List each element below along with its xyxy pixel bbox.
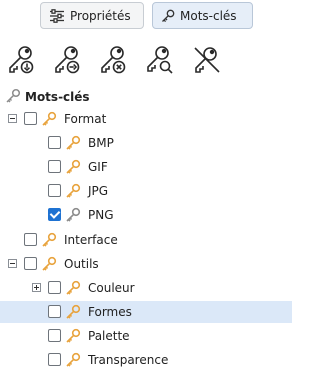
tree-item-bmp[interactable]: BMP <box>0 132 292 154</box>
collapse-toggle[interactable] <box>8 114 17 123</box>
tree-item-label: BMP <box>88 136 114 150</box>
key-disabled-button[interactable] <box>192 44 222 76</box>
tab-properties[interactable]: Propriétés <box>40 2 144 29</box>
expand-toggle[interactable] <box>32 283 41 292</box>
panel-tabs: Propriétés Mots-clés <box>0 0 292 36</box>
checkbox-format[interactable] <box>24 112 37 125</box>
keyword-toolbar <box>6 44 286 78</box>
tree-item-label: GIF <box>88 160 108 174</box>
key-icon <box>41 111 57 127</box>
tree-item-transparence[interactable]: Transparence <box>0 349 292 371</box>
key-icon <box>65 352 81 368</box>
tree-item-palette[interactable]: Palette <box>0 325 292 347</box>
key-icon <box>65 135 81 151</box>
key-icon <box>41 232 57 248</box>
tree-item-gif[interactable]: GIF <box>0 156 292 178</box>
tree-item-label: JPG <box>88 184 109 198</box>
key-export-icon <box>52 44 82 76</box>
tree-item-outils[interactable]: Outils <box>0 253 292 275</box>
tree-item-interface[interactable]: Interface <box>0 229 292 251</box>
checkbox-couleur[interactable] <box>48 281 61 294</box>
key-export-button[interactable] <box>52 44 82 76</box>
tree-root-label: Mots-clés <box>25 90 90 104</box>
key-icon <box>65 280 81 296</box>
checkbox-jpg[interactable] <box>48 184 61 197</box>
tree-item-label: Outils <box>64 257 99 271</box>
checkbox-png[interactable] <box>48 208 61 221</box>
checkbox-interface[interactable] <box>24 233 37 246</box>
key-icon <box>65 183 81 199</box>
tree-item-label: Couleur <box>88 281 135 295</box>
key-icon <box>65 304 81 320</box>
tree-item-couleur[interactable]: Couleur <box>0 277 292 299</box>
tab-keywords-label: Mots-clés <box>180 8 237 23</box>
key-icon <box>65 207 81 223</box>
key-icon <box>65 328 81 344</box>
tree-item-jpg[interactable]: JPG <box>0 180 292 202</box>
tree-root: Mots-clés <box>5 88 90 106</box>
tree-item-label: Palette <box>88 329 130 343</box>
key-icon <box>41 256 57 272</box>
tree-item-format[interactable]: Format <box>0 108 292 130</box>
key-import-icon <box>6 44 36 76</box>
collapse-toggle[interactable] <box>8 259 17 268</box>
sliders-icon <box>49 8 65 23</box>
key-icon <box>5 88 21 107</box>
key-search-button[interactable] <box>145 44 175 76</box>
checkbox-outils[interactable] <box>24 257 37 270</box>
tab-keywords[interactable]: Mots-clés <box>152 2 253 29</box>
checkbox-formes[interactable] <box>48 305 61 318</box>
tree-item-label: Transparence <box>88 353 169 367</box>
key-remove-button[interactable] <box>98 44 128 76</box>
checkbox-transparence[interactable] <box>48 353 61 366</box>
key-search-icon <box>145 44 175 76</box>
key-remove-icon <box>98 44 128 76</box>
checkbox-bmp[interactable] <box>48 136 61 149</box>
tree-item-formes[interactable]: Formes <box>0 301 292 323</box>
checkbox-gif[interactable] <box>48 160 61 173</box>
tree-item-label: Format <box>64 112 107 126</box>
key-disabled-icon <box>192 44 222 76</box>
tab-properties-label: Propriétés <box>70 8 131 23</box>
checkbox-palette[interactable] <box>48 329 61 342</box>
key-import-button[interactable] <box>6 44 36 76</box>
tree-item-png[interactable]: PNG <box>0 204 292 226</box>
key-icon <box>65 159 81 175</box>
tree-item-label: PNG <box>88 208 114 222</box>
key-icon <box>161 9 175 23</box>
tree-item-label: Formes <box>88 305 132 319</box>
tree-item-label: Interface <box>64 233 118 247</box>
